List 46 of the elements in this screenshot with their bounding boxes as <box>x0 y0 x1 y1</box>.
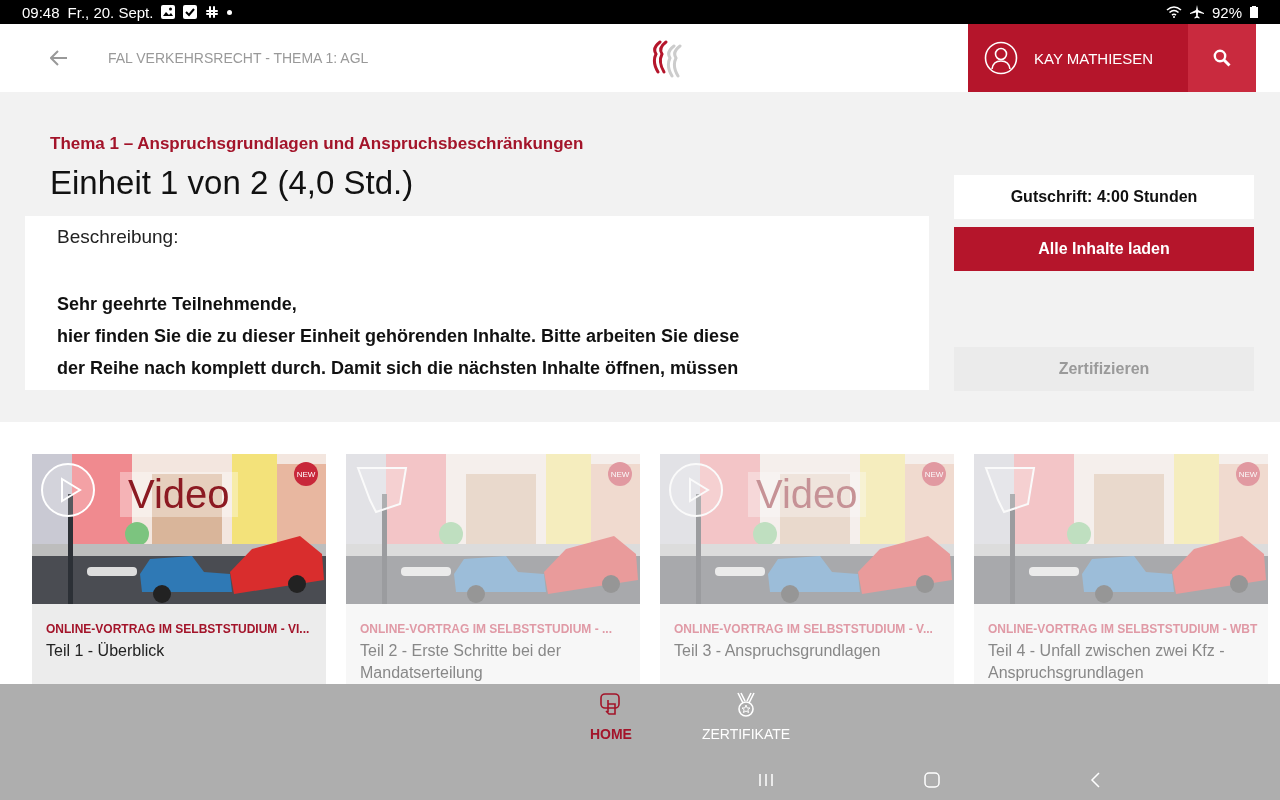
image-icon <box>161 5 176 19</box>
status-time: 09:48 <box>22 3 60 21</box>
card-category: ONLINE-VORTRAG IM SELBSTSTUDIUM - V... <box>674 622 934 636</box>
search-button[interactable] <box>1188 24 1256 92</box>
card-title: Teil 3 - Anspruchsgrundlagen <box>674 641 882 661</box>
wifi-icon <box>1165 6 1182 18</box>
checkbox-icon <box>183 5 198 19</box>
dot-icon <box>227 9 233 15</box>
back-icon[interactable] <box>1090 772 1100 788</box>
load-all-button[interactable]: Alle Inhalte laden <box>954 227 1254 271</box>
new-badge: NEW <box>922 462 946 486</box>
battery-icon <box>1250 6 1258 18</box>
description-text: der Reihe nach komplett durch. Damit sich die nächsten Inhalte öffnen, müssen <box>57 357 740 380</box>
video-label: Video <box>748 472 866 517</box>
description-text: Sehr geehrte Teilnehmende, <box>57 293 298 316</box>
new-badge: NEW <box>1236 462 1260 486</box>
user-button[interactable]: KAY MATHIESEN <box>968 24 1188 92</box>
nav-tab[interactable]: ZERTIFIKATE <box>701 684 791 760</box>
status-date: Fr., 20. Sept. <box>67 3 154 21</box>
card-category: ONLINE-VORTRAG IM SELBSTSTUDIUM - VI... <box>46 622 311 636</box>
nav-tab[interactable]: HOME <box>589 684 632 760</box>
grid-icon <box>205 5 220 19</box>
recent-apps-icon[interactable] <box>758 773 774 787</box>
video-label: Video <box>120 472 238 517</box>
search-icon <box>1213 49 1231 67</box>
new-badge: NEW <box>608 462 632 486</box>
back-arrow-icon[interactable] <box>50 50 68 66</box>
medal-icon <box>734 692 758 718</box>
card-category: ONLINE-VORTRAG IM SELBSTSTUDIUM - ... <box>360 622 613 636</box>
card-title: Teil 2 - Erste Schritte bei der Mandatserteilung <box>360 641 562 683</box>
credit-label: Gutschrift: 4:00 Stunden <box>954 175 1254 219</box>
card-title: Teil 1 - Überblick <box>46 641 166 661</box>
airplane-icon <box>1189 5 1204 19</box>
breadcrumb: FAL VERKEHRSRECHT - THEMA 1: AGL <box>108 50 369 66</box>
hand-pointer-icon <box>598 692 623 718</box>
description-text: hier finden Sie die zu dieser Einheit gehörenden Inhalte. Bitte arbeiten Sie diese <box>57 325 741 348</box>
unit-title: Einheit 1 von 2 (4,0 Std.) <box>50 164 415 202</box>
play-icon <box>668 462 724 518</box>
home-icon[interactable] <box>924 772 940 788</box>
play-icon <box>40 462 96 518</box>
card-title: Teil 4 - Unfall zwischen zwei Kfz - Anspruchsgrundlagen <box>988 641 1226 683</box>
topic-title: Thema 1 – Anspruchsgrundlagen und Anspruchsbeschränkungen <box>50 134 585 154</box>
battery-level: 92% <box>1211 3 1242 21</box>
description-label: Beschreibung: <box>57 226 180 248</box>
content-card[interactable]: Video NEW ONLINE-VORTRAG IM SELBSTSTUDIUM - VI... Teil 1 - Überblick <box>32 454 326 684</box>
user-avatar-icon <box>984 41 1018 75</box>
